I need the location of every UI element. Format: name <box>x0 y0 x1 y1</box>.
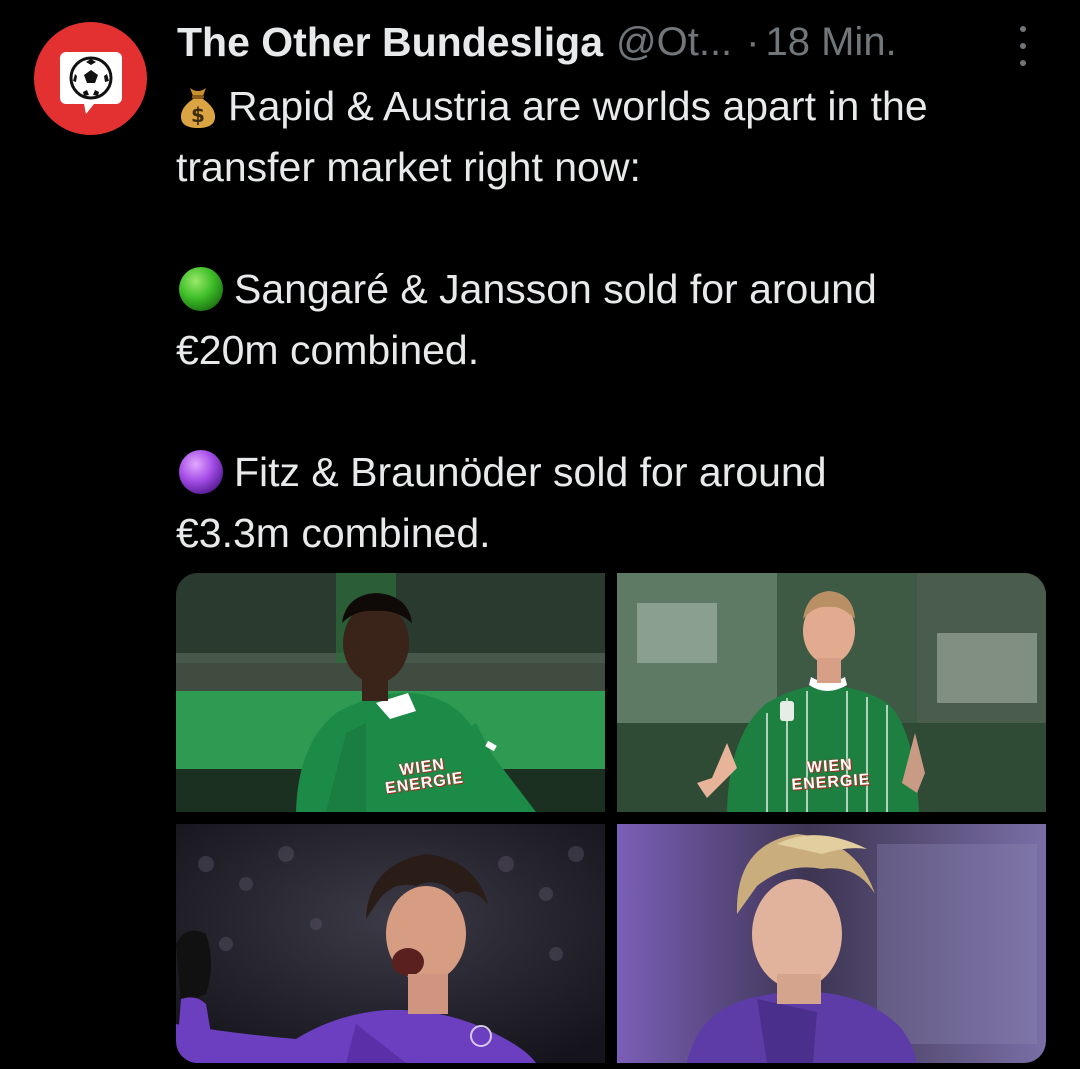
tweet-line: Sangaré & Jansson sold for around <box>176 259 1056 320</box>
tweet-line-text: €3.3m combined. <box>176 510 491 556</box>
timestamp[interactable]: 18 Min. <box>766 20 897 65</box>
purple-circle-icon <box>179 450 223 495</box>
photo-braunoeder[interactable] <box>617 824 1046 1063</box>
tweet-line: transfer market right now: <box>176 137 1056 198</box>
separator-dot: · <box>746 19 760 64</box>
tweet-line-text: transfer market right now: <box>176 144 641 190</box>
tweet-line-text: Rapid & Austria are worlds apart in the <box>228 83 928 129</box>
photo-jansson[interactable]: WIEN ENERGIE <box>617 573 1046 812</box>
tweet-line: Fitz & Braunöder sold for around <box>176 442 1056 503</box>
player-photo-image <box>176 824 605 1063</box>
tweet-line-text: Sangaré & Jansson sold for around <box>234 266 877 312</box>
author-avatar[interactable] <box>34 22 147 135</box>
green-circle-icon <box>179 267 223 312</box>
svg-text:$: $ <box>191 103 205 127</box>
author-handle[interactable]: @Ot... <box>616 20 732 65</box>
author-name[interactable]: The Other Bundesliga <box>177 19 603 66</box>
tweet-line-text: Fitz & Braunöder sold for around <box>234 449 827 495</box>
sponsor-logo-text: WIEN ENERGIE <box>791 756 872 794</box>
photo-sangare[interactable]: WIEN ENERGIE <box>176 573 605 812</box>
tweet-line-text: €20m combined. <box>176 327 480 373</box>
tweet-line: $ Rapid & Austria are worlds apart in th… <box>176 76 1056 137</box>
player-photo-image <box>617 824 1046 1063</box>
money-bag-icon: $ <box>180 88 216 129</box>
tweet-text: $ Rapid & Austria are worlds apart in th… <box>176 76 1056 564</box>
tweet-header: The Other Bundesliga @Ot... · 18 Min. <box>177 14 1057 70</box>
tweet-line: €20m combined. <box>176 320 1056 381</box>
photo-grid: WIEN ENERGIE WIEN ENERGIE <box>176 573 1046 1063</box>
more-options-icon[interactable] <box>1015 26 1031 66</box>
soccer-ball-logo-icon <box>60 52 122 114</box>
tweet-line: €3.3m combined. <box>176 503 1056 564</box>
photo-fitz[interactable] <box>176 824 605 1063</box>
